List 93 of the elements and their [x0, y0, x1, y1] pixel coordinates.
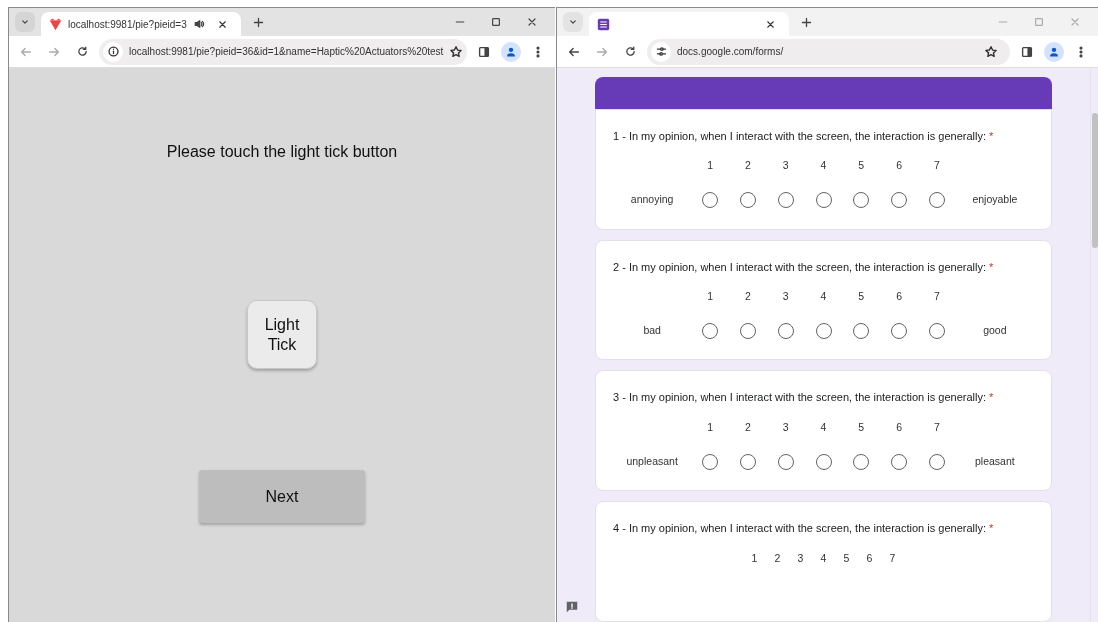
scale-number: 5: [858, 289, 865, 305]
scale-number: 3: [782, 289, 789, 305]
feedback-icon[interactable]: [565, 600, 579, 614]
scale-number: 7: [889, 550, 896, 566]
radio-button[interactable]: [777, 192, 794, 209]
close-icon[interactable]: [764, 18, 776, 30]
required-mark: *: [989, 522, 994, 535]
radio-button[interactable]: [891, 453, 908, 470]
radio-button[interactable]: [777, 322, 794, 339]
radio-button[interactable]: [815, 322, 832, 339]
radio-button[interactable]: [928, 192, 945, 209]
scale-number: 2: [745, 289, 751, 305]
radio-button[interactable]: [702, 322, 719, 339]
scale-low-label: annoying: [630, 193, 674, 206]
radio-button[interactable]: [702, 453, 719, 470]
radio-button[interactable]: [853, 453, 870, 470]
radio-button[interactable]: [928, 322, 945, 339]
address-bar[interactable]: docs.google.com/forms/: [647, 38, 1010, 65]
radio-button[interactable]: [815, 453, 832, 470]
side-panel-icon[interactable]: [477, 44, 491, 59]
scale-number: 3: [797, 550, 804, 566]
scale-number: 7: [933, 289, 940, 305]
question-text: 1 - In my opinion, when I interact with the screen, the interaction is generally:: [613, 129, 986, 142]
profile-avatar[interactable]: [501, 41, 521, 62]
scale-number: 5: [843, 550, 850, 566]
scale-high-label: enjoyable: [972, 193, 1018, 206]
scale-number: 6: [896, 158, 902, 174]
url-text: docs.google.com/forms/: [677, 45, 785, 59]
profile-avatar[interactable]: [1044, 41, 1064, 62]
scale-number: 6: [896, 289, 902, 305]
scale-number: 1: [707, 289, 714, 305]
info-icon[interactable]: [106, 45, 120, 58]
required-mark: *: [989, 260, 994, 273]
star-icon[interactable]: [984, 44, 998, 59]
radio-button[interactable]: [891, 192, 908, 209]
scale-number: 1: [707, 158, 714, 174]
scale-number: 3: [782, 419, 789, 435]
scale-low-label: unpleasant: [626, 454, 678, 467]
scale-number: 4: [820, 158, 827, 174]
radio-button[interactable]: [853, 322, 870, 339]
plus-icon[interactable]: [251, 15, 265, 29]
next-button[interactable]: Next: [199, 470, 365, 523]
instruction-text: Please touch the light tick button: [166, 142, 398, 162]
tab-title: localhost:9981/pie?pieid=3: [68, 17, 187, 32]
required-mark: *: [989, 391, 994, 404]
scale-number: 2: [745, 419, 751, 435]
question-text: 4 - In my opinion, when I interact with the screen, the interaction is generally:: [613, 522, 986, 535]
reload-icon[interactable]: [75, 45, 89, 58]
scale-number: 6: [866, 550, 873, 566]
form-icon: [597, 17, 610, 31]
question-text: 3 - In my opinion, when I interact with the screen, the interaction is generally:: [613, 391, 986, 404]
radio-button[interactable]: [702, 192, 719, 209]
scale-number: 6: [896, 419, 902, 435]
radio-button[interactable]: [891, 322, 908, 339]
browser-tab[interactable]: localhost:9981/pie?pieid=3: [41, 12, 241, 36]
radio-button[interactable]: [739, 192, 756, 209]
side-panel-icon[interactable]: [1020, 44, 1034, 59]
reload-icon[interactable]: [623, 45, 637, 58]
url-text: localhost:9981/pie?pieid=36&id=1&name=Haptic%20Actuators%20test: [129, 45, 444, 59]
scale-number: 5: [858, 419, 865, 435]
scale-number: 2: [774, 550, 781, 566]
radio-button[interactable]: [853, 192, 870, 209]
scale-number: 7: [933, 158, 940, 174]
scale-low-label: bad: [643, 324, 661, 337]
scale-high-label: pleasant: [975, 454, 1015, 467]
radio-button[interactable]: [928, 453, 945, 470]
address-bar[interactable]: localhost:9981/pie?pieid=36&id=1&name=Haptic%20Actuators%20test: [99, 38, 467, 65]
scale-number: 7: [933, 419, 940, 435]
radio-button[interactable]: [815, 192, 832, 209]
scale-number: 1: [707, 419, 714, 435]
plus-icon[interactable]: [799, 15, 813, 29]
light-tick-button[interactable]: Light Tick: [247, 300, 317, 369]
radio-button[interactable]: [777, 453, 794, 470]
close-icon[interactable]: [526, 16, 538, 28]
scale-high-label: good: [983, 324, 1007, 337]
browser-tab[interactable]: [589, 12, 789, 36]
question-text: 2 - In my opinion, when I interact with the screen, the interaction is generally:: [613, 260, 986, 273]
required-mark: *: [989, 129, 994, 142]
heart-icon: [49, 17, 62, 31]
scale-number: 4: [820, 289, 827, 305]
scale-number: 2: [745, 158, 751, 174]
close-icon[interactable]: [216, 18, 228, 30]
site-settings-icon[interactable]: [654, 45, 668, 58]
scale-number: 1: [751, 550, 758, 566]
star-icon[interactable]: [449, 44, 464, 59]
scale-number: 3: [782, 158, 789, 174]
scale-number: 4: [820, 550, 827, 566]
scrollbar[interactable]: [1090, 68, 1098, 622]
maximize-icon[interactable]: [490, 16, 502, 28]
radio-button[interactable]: [739, 453, 756, 470]
scale-number: 5: [858, 158, 865, 174]
radio-button[interactable]: [739, 322, 756, 339]
scale-number: 4: [820, 419, 827, 435]
